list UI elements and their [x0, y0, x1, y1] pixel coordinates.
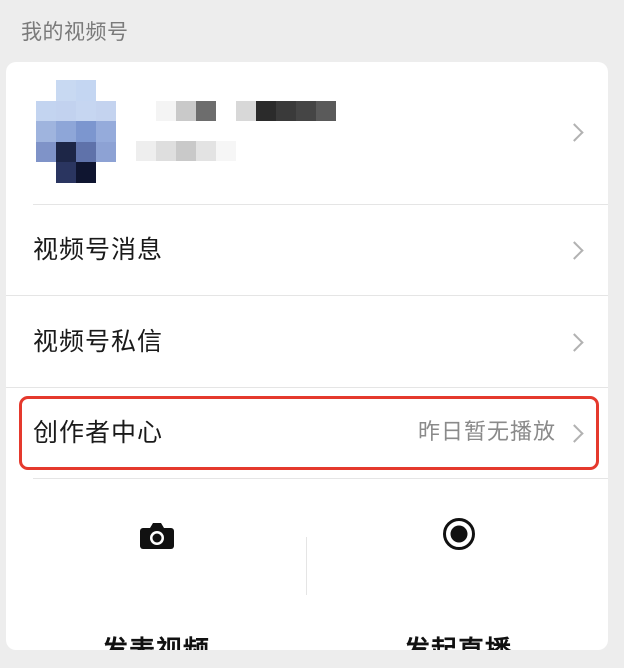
- record-icon: [443, 518, 475, 550]
- avatar: [36, 80, 116, 183]
- start-live-button[interactable]: 发起直播: [308, 518, 608, 650]
- post-video-button[interactable]: 发表视频: [6, 523, 306, 650]
- chevron-right-icon: [565, 241, 584, 260]
- blurred-name: [156, 101, 336, 121]
- start-live-label: 发起直播: [308, 630, 608, 650]
- menu-item-label: 视频号私信: [33, 327, 164, 356]
- menu-item-private-messages[interactable]: 视频号私信: [6, 297, 608, 387]
- vertical-divider: [306, 537, 307, 595]
- highlight-box: [19, 396, 599, 470]
- chevron-right-icon: [565, 123, 584, 142]
- channels-card: 视频号消息 视频号私信 创作者中心 昨日暂无播放 发表视频 发起直播: [6, 62, 608, 650]
- section-title: 我的视频号: [21, 20, 129, 44]
- camera-icon: [140, 523, 174, 549]
- profile-row[interactable]: [6, 62, 608, 204]
- menu-item-messages[interactable]: 视频号消息: [6, 205, 608, 295]
- blurred-subtitle: [136, 141, 236, 161]
- chevron-right-icon: [565, 333, 584, 352]
- post-video-label: 发表视频: [6, 630, 306, 650]
- divider: [33, 478, 608, 479]
- divider: [6, 295, 608, 296]
- menu-item-label: 视频号消息: [33, 235, 164, 264]
